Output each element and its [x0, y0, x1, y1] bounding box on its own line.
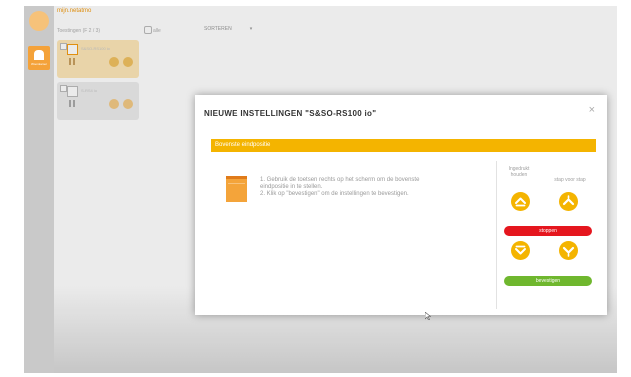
main-content: mijn.netatmo Toestingen (F 2 / 3) alle S… — [54, 6, 617, 373]
chevron-up-icon — [562, 195, 575, 206]
instruction-line: 2. Klik op "bevestigen" om de instelling… — [260, 191, 409, 197]
logo-icon[interactable] — [29, 11, 49, 31]
section-header: Bovenste eindpositie — [211, 139, 596, 152]
sidebar-item-label: Woonkamer — [30, 62, 48, 66]
down-hold-button[interactable] — [511, 241, 530, 260]
down-step-button[interactable] — [559, 241, 578, 260]
divider — [496, 161, 497, 309]
arrow-up-bar-icon — [515, 197, 526, 207]
arrow-down-bar-icon — [515, 245, 526, 255]
step-label: stap voor stap — [554, 177, 586, 183]
house-icon — [34, 50, 44, 60]
close-icon[interactable]: × — [589, 104, 595, 116]
sidebar-item-home[interactable]: Woonkamer — [28, 46, 50, 70]
up-hold-button[interactable] — [511, 192, 530, 211]
chevron-down-icon — [562, 246, 575, 257]
up-step-button[interactable] — [559, 192, 578, 211]
instruction-line: 1. Gebruik de toetsen rechts op het sche… — [260, 177, 420, 183]
instructions: 1. Gebruik de toetsen rechts op het sche… — [260, 177, 500, 198]
stop-button[interactable]: stoppen — [504, 226, 592, 236]
mouse-cursor-icon — [425, 312, 431, 320]
confirm-button[interactable]: bevestigen — [504, 276, 592, 286]
roller-blind-icon — [226, 176, 247, 202]
section-title: Bovenste eindpositie — [215, 142, 271, 148]
settings-dialog: NIEUWE INSTELLINGEN "S&SO-RS100 io" × Bo… — [195, 95, 607, 315]
app-window: Woonkamer mijn.netatmo Toestingen (F 2 /… — [24, 6, 617, 373]
dialog-title: NIEUWE INSTELLINGEN "S&SO-RS100 io" — [204, 109, 377, 118]
hold-label: Ingedrukt houden — [508, 166, 530, 178]
instruction-line: eindpositie in te stellen. — [260, 184, 323, 190]
sidebar: Woonkamer — [24, 6, 54, 373]
